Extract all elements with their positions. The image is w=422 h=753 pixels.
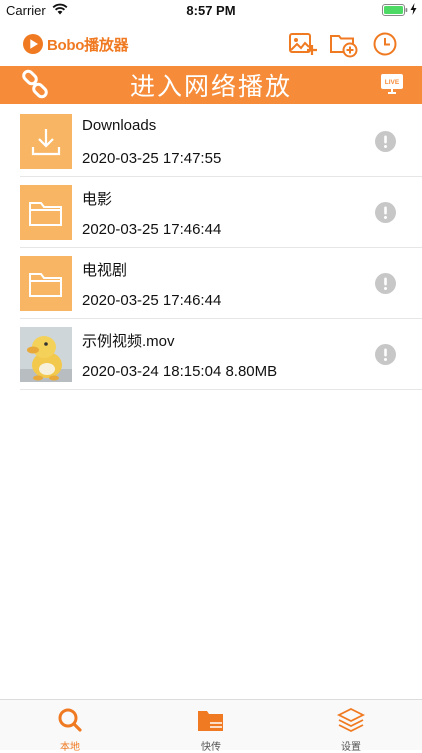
link-icon xyxy=(22,69,48,99)
file-row-movies[interactable]: 电影 2020-03-25 17:46:44 xyxy=(20,177,422,248)
info-icon[interactable] xyxy=(375,344,396,365)
live-badge-text: LIVE xyxy=(385,79,400,86)
tab-label: 快传 xyxy=(201,742,221,753)
file-row-downloads[interactable]: Downloads 2020-03-25 17:47:55 xyxy=(20,106,422,177)
folder-icon xyxy=(29,201,62,226)
file-name: 示例视频.mov xyxy=(82,333,175,350)
file-date: 2020-03-25 17:46:44 xyxy=(82,292,222,309)
tab-label: 本地 xyxy=(60,742,80,753)
file-name: 电影 xyxy=(82,191,113,208)
file-row-tv-series[interactable]: 电视剧 2020-03-25 17:46:44 xyxy=(20,248,422,319)
battery-icon xyxy=(382,4,408,16)
info-icon[interactable] xyxy=(375,202,396,223)
download-icon xyxy=(31,128,61,155)
new-folder-button[interactable] xyxy=(328,28,360,60)
file-list: Downloads 2020-03-25 17:47:55 电影 2020-03… xyxy=(20,106,422,390)
file-name: Downloads xyxy=(82,117,157,134)
video-thumbnail xyxy=(20,327,72,382)
clock: 8:57 PM xyxy=(186,3,236,18)
history-button[interactable] xyxy=(369,28,401,60)
info-icon[interactable] xyxy=(375,273,396,294)
app-logo: Bobo播放器 xyxy=(22,32,129,56)
file-date: 2020-03-25 17:46:44 xyxy=(82,221,222,238)
tab-bar: 本地 快传 设置 xyxy=(0,699,422,753)
video-preview-image xyxy=(20,327,72,382)
status-bar: Carrier 8:57 PM xyxy=(0,0,422,22)
file-date: 2020-03-25 17:47:55 xyxy=(82,150,222,167)
file-thumbnail xyxy=(20,185,72,240)
navigation-bar: Bobo播放器 xyxy=(0,22,422,66)
layers-icon xyxy=(336,707,366,733)
info-icon[interactable] xyxy=(375,131,396,152)
tab-local[interactable]: 本地 xyxy=(30,706,110,753)
file-name: 电视剧 xyxy=(82,262,128,279)
folder-transfer-icon xyxy=(198,711,223,731)
tab-label: 设置 xyxy=(341,742,361,753)
add-image-button[interactable] xyxy=(286,28,318,60)
file-row-sample-video[interactable]: 示例视频.mov 2020-03-24 18:15:04 8.80MB xyxy=(20,319,422,390)
folder-icon xyxy=(29,272,62,297)
banner-title: 进入网络播放 xyxy=(129,73,292,101)
tab-transfer[interactable]: 快传 xyxy=(171,706,251,753)
file-thumbnail xyxy=(20,256,72,311)
app-name: Bobo播放器 xyxy=(47,36,129,54)
search-icon xyxy=(58,708,82,732)
charging-icon xyxy=(410,3,417,15)
file-date-size: 2020-03-24 18:15:04 8.80MB xyxy=(82,363,278,380)
file-thumbnail xyxy=(20,114,72,169)
play-logo-icon xyxy=(23,34,43,54)
network-play-banner[interactable]: 进入网络播放 LIVE xyxy=(0,66,422,104)
live-tv-icon: LIVE xyxy=(381,74,403,94)
tab-settings[interactable]: 设置 xyxy=(311,706,391,753)
